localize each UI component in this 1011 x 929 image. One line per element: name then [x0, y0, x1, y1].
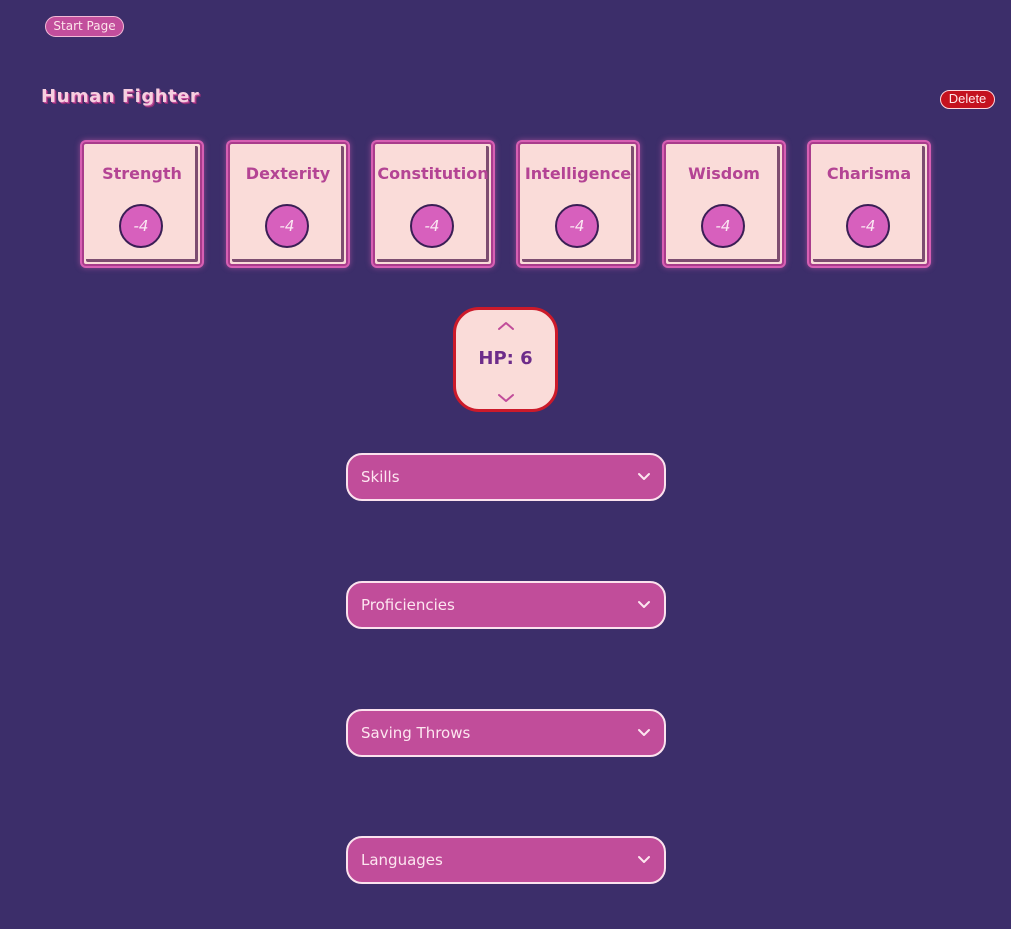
accordion-label: Proficiencies [361, 596, 455, 614]
stat-modifier[interactable]: -4 [846, 204, 890, 248]
saving-throws-accordion[interactable]: Saving Throws [346, 709, 666, 757]
stat-name: Intelligence [524, 164, 632, 183]
chevron-down-icon [638, 601, 650, 608]
languages-accordion[interactable]: Languages [346, 836, 666, 884]
chevron-down-icon [498, 394, 514, 402]
hp-decrease-button[interactable] [494, 390, 518, 406]
delete-button[interactable]: Delete [940, 90, 995, 109]
chevron-up-icon [498, 322, 514, 330]
stat-modifier[interactable]: -4 [410, 204, 454, 248]
accordion-label: Languages [361, 851, 443, 869]
chevron-down-icon [638, 473, 650, 480]
stat-card-charisma: Charisma -4 [809, 142, 929, 266]
accordion-label: Skills [361, 468, 400, 486]
hp-value: HP: 6 [478, 348, 533, 369]
character-title: Human Fighter [41, 86, 200, 107]
hp-increase-button[interactable] [494, 318, 518, 334]
stat-modifier[interactable]: -4 [555, 204, 599, 248]
stat-name: Charisma [826, 164, 912, 183]
stat-card-wisdom: Wisdom -4 [664, 142, 784, 266]
stat-card-constitution: Constitution -4 [373, 142, 493, 266]
stat-name: Wisdom [688, 164, 760, 183]
chevron-down-icon [638, 729, 650, 736]
stat-card-dexterity: Dexterity -4 [228, 142, 348, 266]
stat-name: Strength [102, 164, 182, 183]
stat-name: Dexterity [245, 164, 331, 183]
start-page-button[interactable]: Start Page [45, 16, 124, 37]
stat-card-strength: Strength -4 [82, 142, 202, 266]
stat-name: Constitution [377, 164, 489, 183]
character-sheet-page: Start Page Human Fighter Delete Strength… [0, 0, 1011, 929]
skills-accordion[interactable]: Skills [346, 453, 666, 501]
accordion-label: Saving Throws [361, 724, 471, 742]
stat-modifier[interactable]: -4 [265, 204, 309, 248]
proficiencies-accordion[interactable]: Proficiencies [346, 581, 666, 629]
stat-card-intelligence: Intelligence -4 [518, 142, 638, 266]
chevron-down-icon [638, 856, 650, 863]
hp-panel: HP: 6 [453, 307, 558, 412]
stat-modifier[interactable]: -4 [701, 204, 745, 248]
stat-modifier[interactable]: -4 [119, 204, 163, 248]
